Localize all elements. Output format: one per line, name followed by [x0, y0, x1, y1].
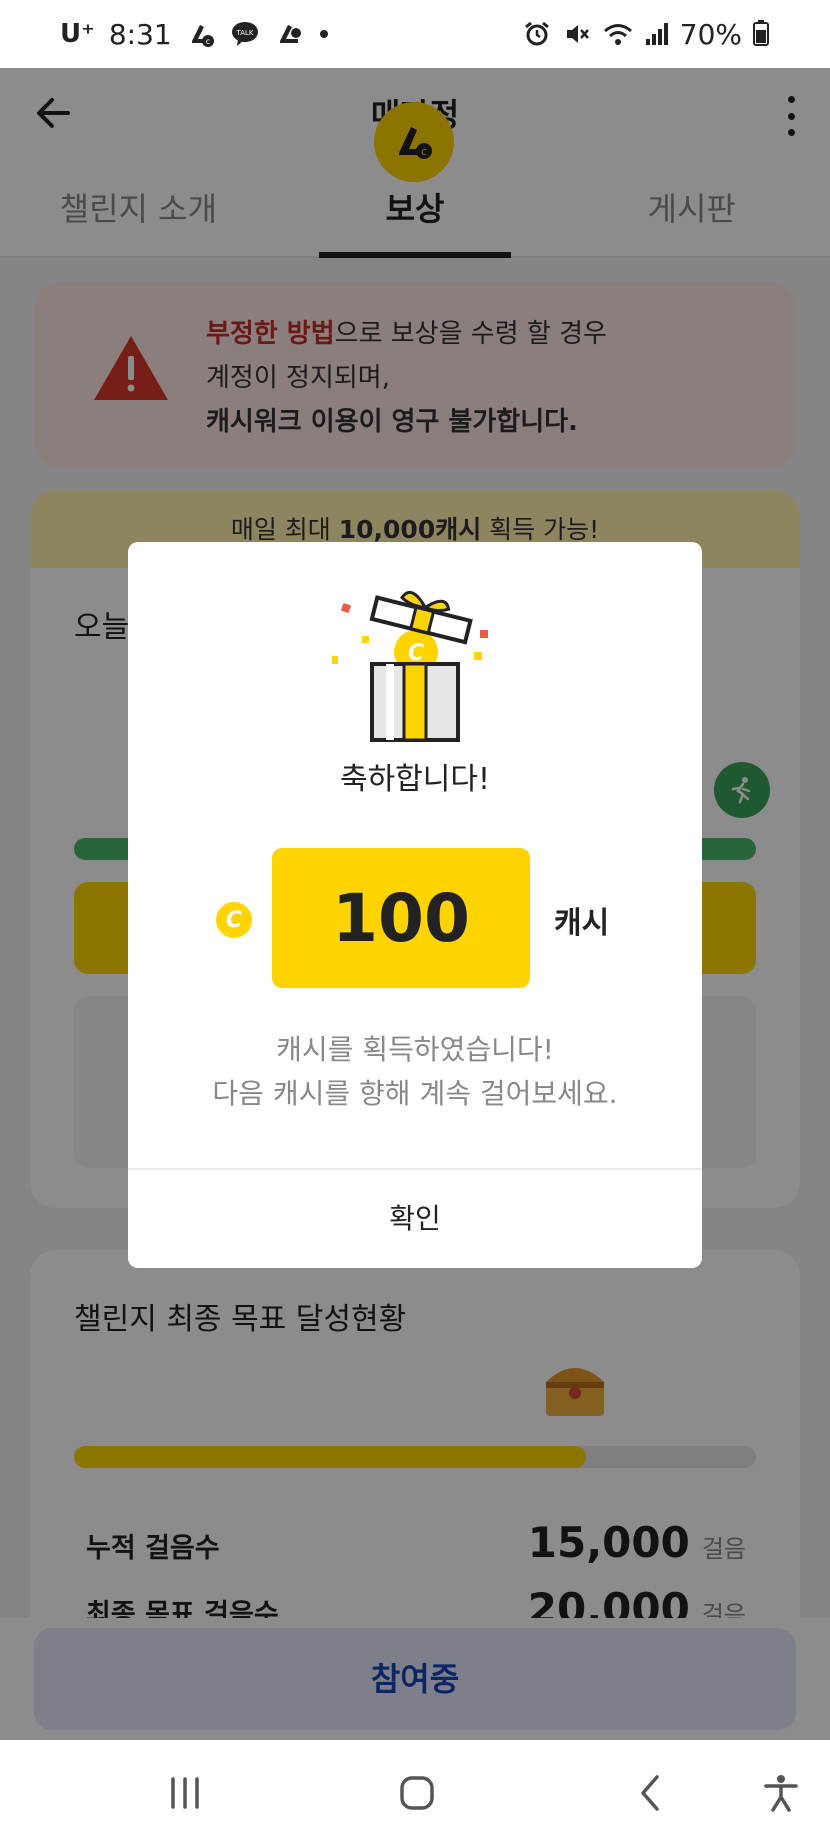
svg-text:TALK: TALK	[235, 29, 253, 37]
battery-percent: 70%	[679, 17, 742, 51]
clock: 8:31	[108, 17, 172, 51]
system-back-button[interactable]	[626, 1768, 676, 1818]
dialog-message: 캐시를 획득하였습니다! 다음 캐시를 향해 계속 걸어보세요.	[128, 1028, 702, 1116]
signal-icon	[644, 19, 670, 49]
mute-icon	[562, 19, 592, 49]
cashwalk-icon	[274, 19, 304, 49]
home-button[interactable]	[392, 1768, 442, 1818]
chevron-left-icon	[641, 1775, 659, 1811]
home-icon	[400, 1776, 434, 1810]
system-navigation-bar	[0, 1740, 830, 1844]
cash-coin-icon: C	[216, 902, 252, 938]
dialog-title: 축하합니다!	[339, 762, 491, 797]
carrier-label: U⁺	[60, 19, 95, 49]
svg-text:c: c	[206, 37, 210, 46]
alarm-icon	[522, 19, 552, 49]
reward-amount: 100	[272, 848, 530, 988]
cashwalk-icon: c	[186, 19, 216, 49]
confirm-button[interactable]: 확인	[128, 1170, 702, 1268]
reward-dialog: C 축하합니다! C 100 캐시 캐시를 획득하였습니다! 다음 캐시를 향해…	[128, 542, 702, 1268]
accessibility-icon	[764, 1775, 798, 1812]
wifi-icon	[602, 19, 634, 49]
dialog-message-line1: 캐시를 획득하였습니다!	[276, 1033, 554, 1066]
reward-unit: 캐시	[554, 906, 610, 941]
dot-icon	[318, 28, 330, 40]
status-bar: U⁺ 8:31 c TALK 70%	[0, 0, 830, 68]
battery-icon	[752, 19, 770, 49]
recent-apps-icon	[171, 1777, 199, 1809]
dialog-message-line2: 다음 캐시를 향해 계속 걸어보세요.	[212, 1077, 618, 1110]
accessibility-button[interactable]	[756, 1768, 806, 1818]
gift-box-icon: C	[328, 586, 502, 746]
recent-apps-button[interactable]	[160, 1768, 210, 1818]
kakaotalk-icon: TALK	[230, 19, 260, 49]
